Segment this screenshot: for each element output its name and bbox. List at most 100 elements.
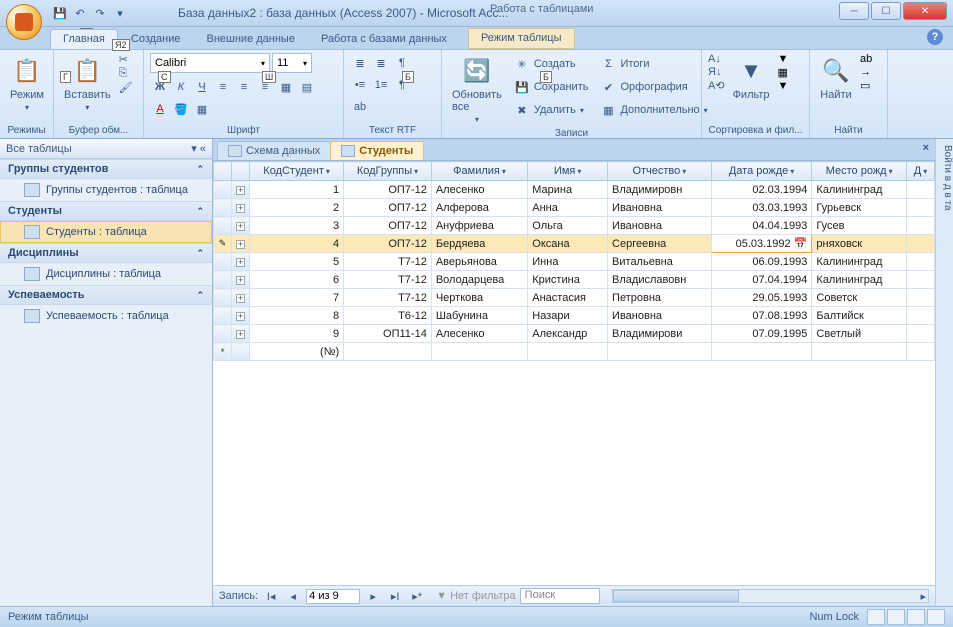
cell-group[interactable]: Т6-12 <box>344 307 432 325</box>
font-size-combo[interactable]: 11▾ <box>272 53 312 73</box>
cell-name[interactable]: Инна <box>528 253 608 271</box>
cell-name[interactable]: Кристина <box>528 271 608 289</box>
nav-item[interactable]: Дисциплины : таблица <box>0 263 212 285</box>
cell-id[interactable]: 2 <box>250 199 344 217</box>
gridlines-button[interactable]: ▦ <box>276 77 296 97</box>
cell-patronymic[interactable]: Владиславовн <box>608 271 712 289</box>
cell-surname[interactable]: Володарцева <box>431 271 527 289</box>
row-selector[interactable] <box>214 325 232 343</box>
cell-patronymic[interactable]: Владимирови <box>608 325 712 343</box>
numbering-icon[interactable]: 1≡ <box>371 75 391 95</box>
column-dropdown-icon[interactable]: ▾ <box>682 167 686 176</box>
cell-place[interactable]: Советск <box>812 289 907 307</box>
cell-surname[interactable]: Алесенко <box>431 181 527 199</box>
datasheet-grid[interactable]: КодСтудент▾КодГруппы▾Фамилия▾Имя▾Отчеств… <box>213 161 935 585</box>
design-view-shortcut[interactable] <box>927 609 945 625</box>
record-position-input[interactable] <box>306 589 360 604</box>
nav-item[interactable]: Студенты : таблица <box>0 221 212 243</box>
more-button[interactable]: ▦Дополнительно ▾ <box>596 99 711 121</box>
cell-name[interactable]: Анна <box>528 199 608 217</box>
gridline-color-button[interactable]: ▦ <box>192 99 212 119</box>
cell-group[interactable]: ОП11-14 <box>344 325 432 343</box>
cell-extra[interactable] <box>906 235 934 253</box>
expand-row-button[interactable]: + <box>232 289 250 307</box>
column-header[interactable]: КодГруппы▾ <box>344 162 432 181</box>
cell-group[interactable]: ОП7-12 <box>344 181 432 199</box>
cell-id[interactable]: 1 <box>250 181 344 199</box>
goto-icon[interactable]: → <box>860 66 872 78</box>
select-all-corner[interactable] <box>214 162 232 181</box>
replace-icon[interactable]: ab <box>860 53 872 65</box>
expand-row-button[interactable]: + <box>232 307 250 325</box>
highlight-icon[interactable]: ab <box>350 97 370 117</box>
column-dropdown-icon[interactable]: ▾ <box>326 167 330 176</box>
cell-patronymic[interactable]: Ивановна <box>608 307 712 325</box>
cell-id[interactable]: 3 <box>250 217 344 235</box>
find-button[interactable]: 🔍Найти <box>816 53 856 103</box>
cell-name[interactable]: Марина <box>528 181 608 199</box>
cell-date[interactable]: 07.08.1993 <box>711 307 812 325</box>
spelling-button[interactable]: ✔Орфография <box>596 76 711 98</box>
cell-date[interactable]: 29.05.1993 <box>711 289 812 307</box>
cell-surname[interactable]: Черткова <box>431 289 527 307</box>
cell-place[interactable]: рняховск <box>812 235 907 253</box>
selection-filter-icon[interactable]: ▼ <box>778 53 789 65</box>
tab-database-tools[interactable]: Работа с базами данных <box>308 29 460 49</box>
cell-extra[interactable] <box>906 253 934 271</box>
row-selector[interactable] <box>214 307 232 325</box>
column-dropdown-icon[interactable]: ▾ <box>577 167 581 176</box>
datasheet-view-shortcut[interactable] <box>867 609 885 625</box>
row-selector[interactable] <box>214 199 232 217</box>
refresh-all-button[interactable]: 🔄Обновить все▾ <box>448 53 506 126</box>
new-row-selector[interactable]: * <box>214 343 232 361</box>
nav-pane-header[interactable]: Все таблицы ▾ « <box>0 139 212 159</box>
column-dropdown-icon[interactable]: ▾ <box>502 167 506 176</box>
column-header[interactable]: Дата рожде▾ <box>711 162 812 181</box>
expand-row-button[interactable]: + <box>232 235 250 253</box>
cell-surname[interactable]: Алферова <box>431 199 527 217</box>
cell-extra[interactable] <box>906 181 934 199</box>
cell-place[interactable]: Калининград <box>812 271 907 289</box>
column-dropdown-icon[interactable]: ▾ <box>414 167 418 176</box>
cell-place[interactable]: Гусев <box>812 217 907 235</box>
sort-desc-icon[interactable]: Я↓ <box>708 66 725 78</box>
row-selector[interactable] <box>214 217 232 235</box>
column-header[interactable]: Отчество▾ <box>608 162 712 181</box>
new-record-nav-button[interactable]: ▸* <box>408 590 426 603</box>
cell-surname[interactable]: Ануфриева <box>431 217 527 235</box>
select-icon[interactable]: ▭ <box>860 79 872 92</box>
nav-item[interactable]: Успеваемость : таблица <box>0 305 212 327</box>
cell-group[interactable]: ОП7-12 <box>344 235 432 253</box>
font-name-combo[interactable]: Calibri▾ <box>150 53 270 73</box>
nav-group-header[interactable]: Успеваемость⌃ <box>0 285 212 305</box>
help-button[interactable]: ? <box>927 29 943 45</box>
row-selector[interactable] <box>214 271 232 289</box>
cell-place[interactable]: Калининград <box>812 253 907 271</box>
cell-patronymic[interactable]: Сергеевна <box>608 235 712 253</box>
fill-color-button[interactable]: 🪣 <box>171 99 191 119</box>
delete-record-button[interactable]: ✖Удалить ▾ <box>510 99 593 121</box>
cell-name[interactable]: Ольга <box>528 217 608 235</box>
format-painter-icon[interactable]: 🖌 <box>119 81 133 94</box>
decrease-indent-icon[interactable]: ≣ <box>350 53 370 73</box>
expand-row-button[interactable]: + <box>232 199 250 217</box>
cell-extra[interactable] <box>906 289 934 307</box>
bullets-icon[interactable]: •≡ <box>350 75 370 95</box>
toggle-filter-icon[interactable]: ▼ <box>778 80 789 92</box>
cell-place[interactable]: Балтийск <box>812 307 907 325</box>
column-header[interactable]: Д▾ <box>906 162 934 181</box>
cell-id[interactable]: 9 <box>250 325 344 343</box>
italic-button[interactable]: К <box>171 77 191 97</box>
cell-id[interactable]: 7 <box>250 289 344 307</box>
cell-name[interactable]: Александр <box>528 325 608 343</box>
maximize-button[interactable]: ☐ <box>871 2 901 20</box>
row-selector[interactable] <box>214 181 232 199</box>
ltr-icon[interactable]: ¶ <box>392 53 412 73</box>
collapse-nav-icon[interactable]: ▾ « <box>191 142 206 155</box>
view-button[interactable]: 📋Режим▾ <box>6 53 48 114</box>
tab-external-data[interactable]: Внешние данные <box>194 29 308 49</box>
close-doc-button[interactable]: × <box>923 142 929 154</box>
expand-row-button[interactable]: + <box>232 217 250 235</box>
date-picker-icon[interactable]: 📅 <box>794 238 808 250</box>
cell-group[interactable]: ОП7-12 <box>344 217 432 235</box>
